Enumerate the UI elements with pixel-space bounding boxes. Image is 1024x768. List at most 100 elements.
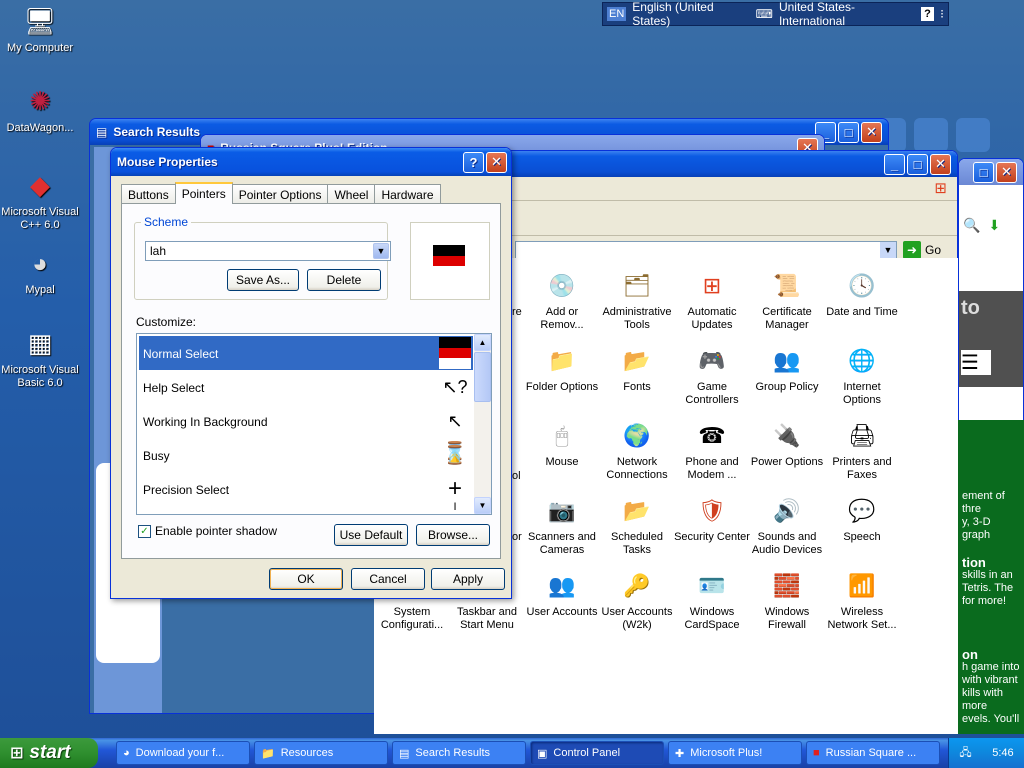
cp-item-speech[interactable]: 💬 Speech <box>824 493 900 544</box>
pointer-row-working-background[interactable]: Working In Background ↖⌛ <box>139 404 473 461</box>
cp-item-sounds-audio[interactable]: 🔊 Sounds and Audio Devices <box>749 493 825 557</box>
save-as-button[interactable]: Save As... <box>227 269 299 291</box>
tab-pointer-options[interactable]: Pointer Options <box>231 184 329 204</box>
control-panel-titlebar[interactable]: _ □ ✕ <box>501 151 957 177</box>
cp-item-fonts[interactable]: 📂 Fonts <box>599 343 675 394</box>
speech-icon: 💬 <box>848 497 876 523</box>
cp-item-windows-firewall[interactable]: 🧱 Windows Firewall <box>749 568 825 632</box>
pointer-shadow-checkbox[interactable]: ✓ <box>138 524 151 538</box>
language-name[interactable]: English (United States) <box>632 0 749 28</box>
tab-pointers[interactable]: Pointers <box>174 182 233 204</box>
cp-item-windows-cardspace[interactable]: 🪪 Windows CardSpace <box>674 568 750 632</box>
pointer-label: Working In Background <box>143 415 268 429</box>
language-help-button[interactable]: ? <box>920 7 935 21</box>
chevron-down-icon[interactable]: ▼ <box>373 243 389 259</box>
cp-item-folder-options[interactable]: 📁 Folder Options <box>524 343 600 394</box>
desktop-icon-mypal[interactable]: ◕ Mypal <box>0 246 80 297</box>
cp-item-network-connections[interactable]: 🌍 Network Connections <box>599 418 675 482</box>
menu-icon[interactable]: ☰ <box>961 350 991 375</box>
dialog-tabs: Buttons Pointers Pointer Options Wheel H… <box>121 182 441 204</box>
pointer-list[interactable]: Normal Select Help Select ↖? Working In … <box>136 333 492 515</box>
pointer-list-scrollbar[interactable]: ▲ ▼ <box>474 334 491 514</box>
desktop-icon-my-computer[interactable]: 🖥 My Computer <box>0 4 80 55</box>
ok-button[interactable]: OK <box>269 568 343 590</box>
maximize-button[interactable]: □ <box>907 153 928 175</box>
cp-item-user-accounts[interactable]: 👥 User Accounts <box>524 568 600 619</box>
help-button[interactable]: ? <box>463 151 484 173</box>
scrollbar-thumb[interactable] <box>474 352 491 402</box>
maximize-button[interactable]: □ <box>973 161 994 183</box>
minimize-button[interactable]: _ <box>884 153 905 175</box>
delete-button[interactable]: Delete <box>307 269 381 291</box>
task-microsoft-plus[interactable]: ✚ Microsoft Plus! <box>668 741 802 765</box>
clock[interactable]: 5:46 <box>992 747 1013 759</box>
download-icon[interactable]: ⬇ <box>988 217 1000 237</box>
start-button[interactable]: ⊞ start <box>0 738 98 768</box>
close-button[interactable]: ✕ <box>996 161 1017 183</box>
cp-item-phone-modem[interactable]: ☎ Phone and Modem ... <box>674 418 750 482</box>
search-results-title: Search Results <box>113 125 201 139</box>
cp-item-game-controllers[interactable]: 🎮 Game Controllers <box>674 343 750 407</box>
cp-item-scanners-cameras[interactable]: 📷 Scanners and Cameras <box>524 493 600 557</box>
pointer-row-normal-select[interactable]: Normal Select <box>139 336 473 370</box>
cp-item-scheduled-tasks[interactable]: 📂 Scheduled Tasks <box>599 493 675 557</box>
task-search-results[interactable]: ▤ Search Results <box>392 741 526 765</box>
scroll-down-icon[interactable]: ▼ <box>474 497 491 514</box>
cancel-button[interactable]: Cancel <box>351 568 425 590</box>
pointer-shadow-option[interactable]: ✓ Enable pointer shadow <box>138 524 277 538</box>
cp-item-user-accounts-w2k[interactable]: 🔑 User Accounts (W2k) <box>599 568 675 632</box>
apply-button[interactable]: Apply <box>431 568 505 590</box>
cp-item-date-time[interactable]: 🕓 Date and Time <box>824 268 900 319</box>
task-resources[interactable]: 📁 Resources <box>254 741 388 765</box>
maximize-button[interactable]: □ <box>838 121 859 143</box>
network-tray-icon[interactable]: 🖧 <box>959 744 971 763</box>
cp-item-mouse[interactable]: 🖱 Mouse <box>524 418 600 469</box>
go-button[interactable]: ➜ Go <box>903 241 941 259</box>
task-control-panel[interactable]: ▣ Control Panel <box>530 741 664 765</box>
desktop-icon-visual-basic[interactable]: ▦ Microsoft Visual Basic 6.0 <box>0 326 80 390</box>
promo-line: ement of thre <box>962 490 1005 515</box>
keyboard-layout[interactable]: United States-International <box>779 0 915 28</box>
close-button[interactable]: ✕ <box>861 121 882 143</box>
tab-hardware[interactable]: Hardware <box>374 184 441 204</box>
cp-item-wireless-network[interactable]: 📶 Wireless Network Set... <box>824 568 900 632</box>
desktop-icon-visual-cpp[interactable]: ◆ Microsoft Visual C++ 6.0 <box>0 168 80 232</box>
language-code[interactable]: EN <box>607 7 627 21</box>
dialog-titlebar[interactable]: Mouse Properties ? ✕ <box>111 148 511 176</box>
cp-item-security-center[interactable]: 🛡 Security Center <box>674 493 750 544</box>
pointer-row-help-select[interactable]: Help Select ↖? <box>139 370 473 404</box>
scheme-value: lah <box>150 244 167 258</box>
plus-titlebar[interactable]: □ ✕ <box>959 159 1023 185</box>
close-button[interactable]: ✕ <box>930 153 951 175</box>
tab-buttons[interactable]: Buttons <box>121 184 176 204</box>
cp-item-group-policy[interactable]: 👥 Group Policy <box>749 343 825 394</box>
cp-item-admin-tools[interactable]: 🗂 Administrative Tools <box>599 268 675 332</box>
cp-item-label: Printers and Faxes <box>832 456 892 481</box>
cp-item-certificate-manager[interactable]: 📜 Certificate Manager <box>749 268 825 332</box>
cp-item-label: Windows Firewall <box>764 606 810 631</box>
language-bar[interactable]: EN English (United States) ⌨ United Stat… <box>602 0 949 28</box>
desktop-icon-datawagon[interactable]: ✺ DataWagon... <box>0 84 80 135</box>
browse-button[interactable]: Browse... <box>416 524 490 546</box>
pointer-row-busy[interactable]: Busy ⌛ <box>139 438 473 472</box>
pointer-row-text-select[interactable]: I <box>139 500 473 514</box>
task-download[interactable]: ◕ Download your f... <box>116 741 250 765</box>
cp-item-internet-options[interactable]: 🌐 Internet Options <box>824 343 900 407</box>
search-icon[interactable]: 🔍 <box>963 217 980 237</box>
cp-item-label: Scheduled Tasks <box>611 531 663 556</box>
scroll-up-icon[interactable]: ▲ <box>474 334 491 351</box>
mouse-properties-dialog[interactable]: Mouse Properties ? ✕ Buttons Pointers Po… <box>110 147 512 599</box>
tab-wheel[interactable]: Wheel <box>327 184 376 204</box>
task-russian-square[interactable]: ■ Russian Square ... <box>806 741 940 765</box>
cp-item-add-remove[interactable]: 💿 Add or Remov... <box>524 268 600 332</box>
cp-item-automatic-updates[interactable]: ⊞ Automatic Updates <box>674 268 750 332</box>
close-button[interactable]: ✕ <box>486 151 507 173</box>
use-default-button[interactable]: Use Default <box>334 524 408 546</box>
cp-item-power-options[interactable]: 🔌 Power Options <box>749 418 825 469</box>
cp-item-printers-faxes[interactable]: 🖨 Printers and Faxes <box>824 418 900 482</box>
address-dropdown-button[interactable]: ▼ <box>880 242 896 259</box>
folder-options-icon: 📁 <box>548 347 576 373</box>
scheme-select[interactable]: lah ▼ <box>145 241 391 261</box>
cp-item-label: Certificate Manager <box>762 306 812 331</box>
language-bar-options-icon[interactable]: ⁝ <box>940 7 944 21</box>
